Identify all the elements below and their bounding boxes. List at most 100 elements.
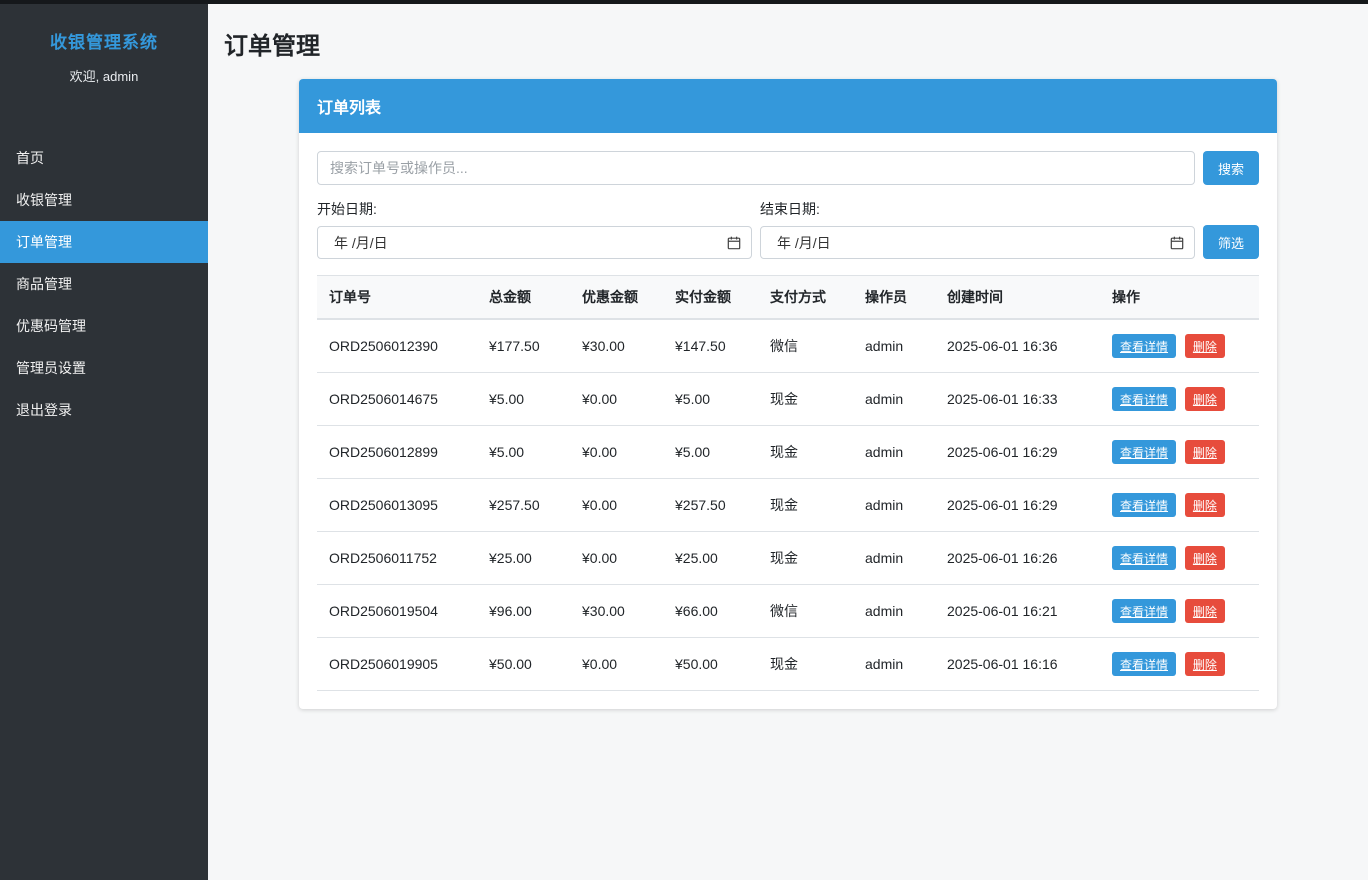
sidebar: 收银管理系统 欢迎, admin 首页收银管理订单管理商品管理优惠码管理管理员设… (0, 4, 208, 880)
column-header: 总金额 (477, 275, 570, 320)
sidebar-item-label: 订单管理 (16, 234, 72, 250)
operator-cell: admin (853, 478, 935, 532)
sidebar-item-coupons[interactable]: 优惠码管理 (0, 305, 208, 347)
paid-amount-cell: ¥5.00 (663, 425, 758, 479)
order-no-cell: ORD2506013095 (317, 478, 477, 532)
table-row: ORD2506011752 ¥25.00 ¥0.00 ¥25.00 现金 adm… (317, 531, 1259, 585)
main-content: 订单管理 订单列表 搜索 开始日期: 年 /月/日 (208, 4, 1368, 880)
table-row: ORD2506019905 ¥50.00 ¥0.00 ¥50.00 现金 adm… (317, 637, 1259, 691)
paid-amount-cell: ¥25.00 (663, 531, 758, 585)
order-no-cell: ORD2506014675 (317, 372, 477, 426)
view-details-button[interactable]: 查看详情 (1112, 493, 1177, 517)
actions-cell: 查看详情 删除 (1100, 372, 1259, 426)
total-amount-cell: ¥50.00 (477, 637, 570, 691)
order-no-cell: ORD2506011752 (317, 531, 477, 585)
delete-button[interactable]: 删除 (1184, 334, 1225, 358)
actions-cell: 查看详情 删除 (1100, 637, 1259, 691)
table-row: ORD2506019504 ¥96.00 ¥30.00 ¥66.00 微信 ad… (317, 584, 1259, 638)
view-details-button[interactable]: 查看详情 (1112, 334, 1177, 358)
app-title: 收银管理系统 (50, 33, 158, 52)
table-header-row: 订单号 总金额 优惠金额 实付金额 支付方式 操作员 创建时间 操作 (317, 275, 1259, 320)
column-header: 优惠金额 (570, 275, 663, 320)
discount-amount-cell: ¥30.00 (570, 584, 663, 638)
created-time-cell: 2025-06-01 16:33 (935, 372, 1100, 426)
discount-amount-cell: ¥0.00 (570, 531, 663, 585)
order-no-cell: ORD2506019504 (317, 584, 477, 638)
start-date-group: 开始日期: 年 /月/日 (317, 199, 752, 259)
view-details-button[interactable]: 查看详情 (1112, 387, 1177, 411)
actions-cell: 查看详情 删除 (1100, 425, 1259, 479)
table-row: ORD2506012390 ¥177.50 ¥30.00 ¥147.50 微信 … (317, 319, 1259, 373)
filter-button[interactable]: 筛选 (1203, 225, 1260, 259)
page-title: 订单管理 (224, 33, 320, 60)
view-details-button[interactable]: 查看详情 (1112, 546, 1177, 570)
paid-amount-cell: ¥66.00 (663, 584, 758, 638)
operator-cell: admin (853, 425, 935, 479)
paid-amount-cell: ¥257.50 (663, 478, 758, 532)
delete-button[interactable]: 删除 (1184, 387, 1225, 411)
calendar-icon (1170, 236, 1184, 250)
column-header: 创建时间 (935, 275, 1100, 320)
sidebar-item-orders[interactable]: 订单管理 (0, 221, 208, 263)
end-date-input[interactable]: 年 /月/日 (760, 226, 1195, 259)
discount-amount-cell: ¥30.00 (570, 319, 663, 373)
total-amount-cell: ¥177.50 (477, 319, 570, 373)
total-amount-cell: ¥5.00 (477, 372, 570, 426)
start-date-label: 开始日期: (317, 201, 377, 217)
sidebar-item-logout[interactable]: 退出登录 (0, 389, 208, 431)
operator-cell: admin (853, 531, 935, 585)
view-details-button[interactable]: 查看详情 (1112, 652, 1177, 676)
operator-cell: admin (853, 637, 935, 691)
created-time-cell: 2025-06-01 16:16 (935, 637, 1100, 691)
sidebar-header: 收银管理系统 欢迎, admin (0, 4, 208, 95)
view-details-button[interactable]: 查看详情 (1112, 599, 1177, 623)
created-time-cell: 2025-06-01 16:36 (935, 319, 1100, 373)
sidebar-item-label: 退出登录 (16, 402, 72, 418)
total-amount-cell: ¥5.00 (477, 425, 570, 479)
sidebar-item-label: 管理员设置 (16, 360, 86, 376)
column-header: 支付方式 (758, 275, 853, 320)
total-amount-cell: ¥25.00 (477, 531, 570, 585)
discount-amount-cell: ¥0.00 (570, 425, 663, 479)
view-details-button[interactable]: 查看详情 (1112, 440, 1177, 464)
search-input[interactable] (317, 151, 1195, 185)
orders-table: 订单号 总金额 优惠金额 实付金额 支付方式 操作员 创建时间 操作 ORD250601239… (317, 275, 1259, 691)
sidebar-item-cashier[interactable]: 收银管理 (0, 179, 208, 221)
order-no-cell: ORD2506012899 (317, 425, 477, 479)
delete-button[interactable]: 删除 (1184, 493, 1225, 517)
sidebar-item-admin-settings[interactable]: 管理员设置 (0, 347, 208, 389)
column-header: 操作 (1100, 275, 1259, 320)
column-header: 实付金额 (663, 275, 758, 320)
payment-method-cell: 现金 (758, 425, 853, 479)
delete-button[interactable]: 删除 (1184, 440, 1225, 464)
created-time-cell: 2025-06-01 16:29 (935, 478, 1100, 532)
sidebar-item-products[interactable]: 商品管理 (0, 263, 208, 305)
sidebar-item-label: 商品管理 (16, 276, 72, 292)
paid-amount-cell: ¥147.50 (663, 319, 758, 373)
operator-cell: admin (853, 372, 935, 426)
total-amount-cell: ¥96.00 (477, 584, 570, 638)
created-time-cell: 2025-06-01 16:29 (935, 425, 1100, 479)
sidebar-item-label: 收银管理 (16, 192, 72, 208)
operator-cell: admin (853, 319, 935, 373)
sidebar-nav: 首页收银管理订单管理商品管理优惠码管理管理员设置退出登录 (0, 137, 208, 431)
table-row: ORD2506012899 ¥5.00 ¥0.00 ¥5.00 现金 admin… (317, 425, 1259, 479)
actions-cell: 查看详情 删除 (1100, 531, 1259, 585)
end-date-group: 结束日期: 年 /月/日 (760, 199, 1195, 259)
operator-cell: admin (853, 584, 935, 638)
delete-button[interactable]: 删除 (1184, 546, 1225, 570)
end-date-value: 年 /月/日 (777, 234, 831, 251)
payment-method-cell: 微信 (758, 584, 853, 638)
discount-amount-cell: ¥0.00 (570, 478, 663, 532)
order-list-card: 订单列表 搜索 开始日期: 年 /月/日 (299, 79, 1277, 709)
delete-button[interactable]: 删除 (1184, 599, 1225, 623)
discount-amount-cell: ¥0.00 (570, 372, 663, 426)
sidebar-item-label: 优惠码管理 (16, 318, 86, 334)
search-button[interactable]: 搜索 (1202, 151, 1259, 185)
actions-cell: 查看详情 删除 (1100, 584, 1259, 638)
delete-button[interactable]: 删除 (1184, 652, 1225, 676)
welcome-text: 欢迎, admin (69, 69, 139, 84)
start-date-input[interactable]: 年 /月/日 (317, 226, 752, 259)
sidebar-item-home[interactable]: 首页 (0, 137, 208, 179)
actions-cell: 查看详情 删除 (1100, 478, 1259, 532)
